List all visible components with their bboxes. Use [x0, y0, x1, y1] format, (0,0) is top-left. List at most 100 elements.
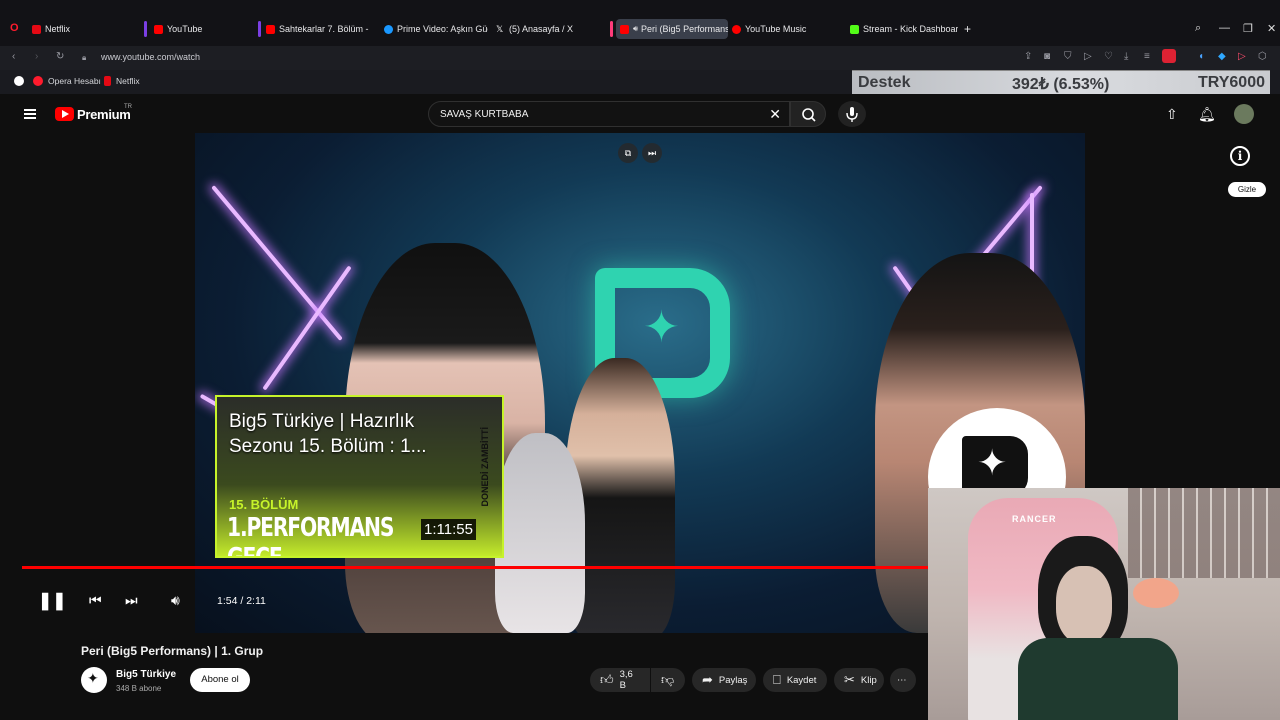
clip-button[interactable]: ✂ Klip [834, 668, 884, 692]
easy-setup-icon[interactable]: ≡ [1144, 51, 1150, 62]
messenger-icon[interactable]: ◖ [1198, 51, 1204, 62]
chair-brand-label: RANCER [1012, 514, 1057, 524]
url-field[interactable]: www.youtube.com/watch [101, 52, 200, 62]
bookmark-netflix[interactable]: Netflix [104, 76, 140, 86]
clear-search-icon[interactable]: ✕ [769, 106, 781, 123]
download-icon[interactable]: ⤓ [1124, 51, 1128, 62]
big5-logo-icon [962, 436, 1028, 496]
channel-avatar[interactable] [81, 667, 107, 693]
minimize-icon[interactable]: — [1219, 22, 1230, 34]
search-button[interactable] [790, 101, 826, 127]
kick-icon [850, 24, 859, 34]
account-avatar[interactable] [1234, 104, 1254, 124]
subscribe-label: Abone ol [201, 674, 239, 685]
stage-light [211, 185, 343, 341]
hide-label: Gizle [1237, 185, 1257, 194]
vpn-icon[interactable]: ◆ [1218, 51, 1226, 62]
tab-label: (5) Anasayfa / X [509, 24, 574, 34]
youtube-icon [266, 24, 275, 34]
tab-kick-dashboard[interactable]: Stream - Kick Dashboard [850, 19, 958, 39]
search-query: SAVAŞ KURTBABA [440, 109, 529, 120]
next-icon[interactable]: ⏭︎ [125, 592, 138, 609]
more-actions-button[interactable]: ⋯ [890, 668, 916, 692]
subscribe-button[interactable]: Abone ol [190, 668, 250, 692]
extension-icon[interactable] [1162, 49, 1176, 63]
forward-icon[interactable]: › [35, 51, 38, 62]
brand-label[interactable]: Premium [77, 107, 131, 122]
bookmark-icon: ⎕ [773, 672, 781, 687]
like-count: 3,6 B [619, 669, 633, 691]
share-button[interactable]: ➦ Paylaş [692, 668, 756, 692]
camera-icon[interactable]: ◙ [1044, 51, 1050, 62]
microphone-icon [846, 107, 858, 122]
tab-prime-video[interactable]: Prime Video: Aşkın Gücü [384, 19, 488, 39]
donation-goal: TRY6000 [1198, 74, 1265, 91]
plush-toy [1133, 578, 1179, 608]
back-icon[interactable]: ‹ [12, 51, 15, 62]
tab-label: YouTube Music [745, 24, 807, 34]
opera-menu-icon[interactable]: O [10, 22, 19, 34]
tab-sahtekarlar[interactable]: Sahtekarlar 7. Bölüm - You [266, 19, 370, 39]
skip-icon[interactable]: ⏭︎ [642, 143, 662, 163]
tab-youtube[interactable]: YouTube [154, 19, 254, 39]
save-label: Kaydet [786, 674, 817, 686]
hide-button[interactable]: Gizle [1228, 182, 1266, 197]
new-tab-button[interactable]: + [964, 19, 978, 39]
restore-icon[interactable]: ❐ [1243, 22, 1253, 35]
pause-icon[interactable]: ❚❚ [38, 591, 67, 611]
heart-icon[interactable]: ♡ [1104, 51, 1113, 62]
previous-icon[interactable]: ⏮︎ [89, 592, 102, 609]
tab-peri-active[interactable]: 🔊︎ Peri (Big5 Performans) [616, 19, 728, 39]
video-title: Peri (Big5 Performans) | 1. Grup [81, 644, 264, 658]
preview-episode: 15. BÖLÜM [229, 497, 299, 512]
google-bookmark[interactable] [14, 76, 29, 86]
preview-title: Big5 Türkiye | Hazırlık Sezonu 15. Bölüm… [229, 411, 427, 457]
reload-icon[interactable]: ↻ [56, 51, 64, 62]
speaker-icon: 🔊︎ [633, 24, 639, 33]
tab-divider [258, 21, 261, 37]
youtube-icon [154, 24, 163, 34]
channel-name[interactable]: Big5 Türkiye [116, 669, 176, 680]
tab-divider [144, 21, 147, 37]
volume-icon[interactable]: 🔊︎ [171, 592, 180, 609]
voice-search-button[interactable] [838, 101, 866, 127]
next-video-preview-card[interactable]: Big5 Türkiye | Hazırlık Sezonu 15. Bölüm… [215, 395, 504, 558]
shield-icon[interactable]: ⛉ [1064, 51, 1072, 62]
youtube-logo-icon[interactable] [55, 107, 74, 121]
cube-icon[interactable]: ⬡ [1258, 51, 1267, 62]
lock-icon: 🔒︎ [82, 53, 87, 62]
search-tabs-icon[interactable]: ⌕ [1195, 22, 1201, 35]
tab-youtube-music[interactable]: YouTube Music [732, 19, 838, 39]
menu-icon[interactable] [24, 109, 36, 119]
tab-label: Peri (Big5 Performans) [641, 24, 728, 34]
music-player-icon[interactable]: ▷ [1238, 51, 1246, 62]
netflix-icon [32, 24, 41, 34]
search-input[interactable]: SAVAŞ KURTBABA ✕ [428, 101, 790, 127]
play-icon[interactable]: ▷ [1084, 51, 1092, 62]
dislike-button[interactable]: 👎︎ [651, 668, 685, 692]
stage-light [262, 265, 352, 391]
bookmark-label: Netflix [116, 76, 140, 86]
bookmark-opera-account[interactable]: Opera Hesabı [33, 76, 101, 86]
browser-tab-strip: O Netflix YouTube Sahtekarlar 7. Bölüm -… [0, 0, 1280, 46]
preview-duration: 1:11:55 [421, 519, 476, 540]
seek-bar-progress [22, 566, 930, 569]
save-button[interactable]: ⎕ Kaydet [763, 668, 827, 692]
info-icon[interactable]: i [1230, 146, 1250, 166]
tab-x[interactable]: 𝕏 (5) Anasayfa / X [496, 19, 600, 39]
send-icon[interactable]: ⇪ [1024, 51, 1032, 62]
like-button[interactable]: 👍︎ 3,6 B [590, 668, 650, 692]
tab-label: Netflix [45, 24, 71, 34]
tab-netflix[interactable]: Netflix [32, 19, 138, 39]
screen: O Netflix YouTube Sahtekarlar 7. Bölüm -… [0, 0, 1280, 720]
notifications-icon[interactable]: 🔔︎ [1198, 106, 1216, 123]
upload-icon[interactable]: ⇧ [1166, 106, 1178, 123]
streamer-body [1018, 638, 1178, 720]
close-window-icon[interactable]: ✕ [1267, 22, 1276, 35]
donation-goal-bar: Destek 392₺ (6.53%) TRY6000 [852, 70, 1270, 94]
prime-video-icon [384, 24, 393, 34]
youtube-icon [620, 24, 629, 34]
region-label: TR [124, 104, 132, 110]
youtube-header: Premium TR SAVAŞ KURTBABA ✕ ⇧ 🔔︎ [0, 94, 1280, 134]
miniplayer-icon[interactable]: ⧉ [618, 143, 638, 163]
